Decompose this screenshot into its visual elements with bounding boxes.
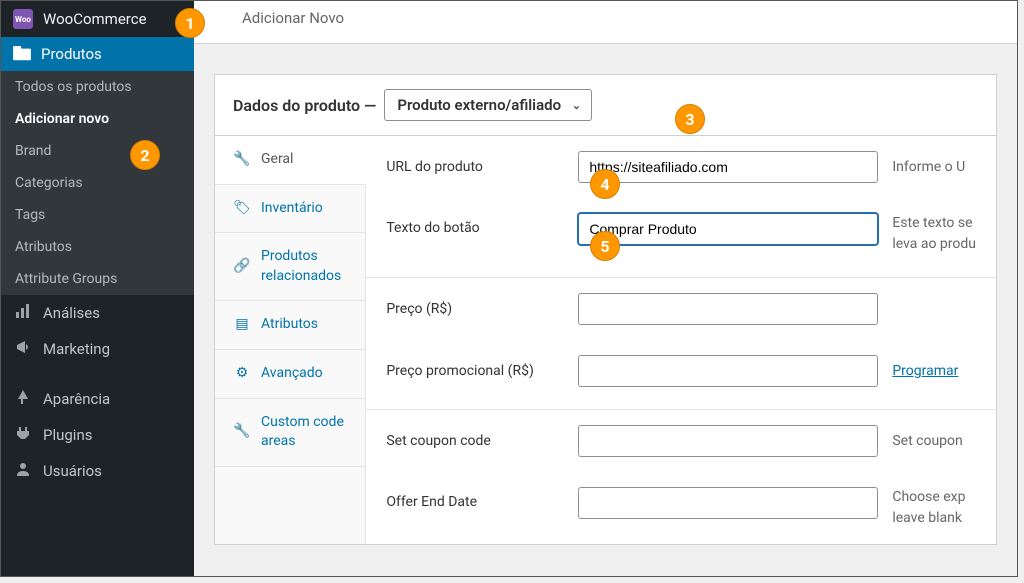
product-data-panel: Dados do produto — Produto externo/afili…	[214, 74, 997, 545]
analytics-label: Análises	[43, 304, 100, 322]
sale-price-label: Preço promocional (R$)	[386, 363, 564, 379]
offer-end-hint-2: leave blank	[892, 508, 965, 529]
tab-general[interactable]: 🔧 Geral	[215, 136, 366, 185]
offer-end-date-input[interactable]	[578, 487, 878, 519]
callout-badge-3: 3	[675, 104, 705, 134]
users-icon	[13, 461, 33, 481]
sidebar-item-analytics[interactable]: Análises	[1, 295, 194, 331]
tab-attributes[interactable]: ▤ Atributos	[215, 301, 365, 350]
wrench-icon: 🔧	[233, 422, 251, 442]
panel-header: Dados do produto — Produto externo/afili…	[215, 75, 996, 136]
panel-title: Dados do produto —	[233, 96, 376, 115]
sidebar-item-woocommerce[interactable]: Woo WooCommerce	[1, 1, 194, 37]
sidebar-sub-categories[interactable]: Categorias	[1, 167, 194, 199]
coupon-code-input[interactable]	[578, 425, 878, 457]
sidebar-sub-tags[interactable]: Tags	[1, 199, 194, 231]
tab-general-label: Geral	[261, 150, 293, 170]
callout-badge-1: 1	[175, 8, 205, 38]
sidebar-item-products[interactable]: Produtos	[1, 37, 194, 71]
sidebar-sub-attributes[interactable]: Atributos	[1, 231, 194, 263]
tab-attributes-label: Atributos	[261, 315, 318, 335]
link-icon: 🔗	[233, 257, 251, 277]
sidebar-item-plugins[interactable]: Plugins	[1, 417, 194, 453]
sidebar-item-users[interactable]: Usuários	[1, 453, 194, 489]
gear-icon: ⚙	[233, 364, 251, 384]
product-type-value: Produto externo/afiliado	[397, 96, 561, 114]
sidebar-sub-add-new[interactable]: Adicionar novo	[1, 103, 194, 135]
marketing-icon	[13, 339, 33, 359]
sidebar-item-marketing[interactable]: Marketing	[1, 331, 194, 367]
callout-badge-4: 4	[590, 169, 620, 199]
price-label: Preço (R$)	[386, 301, 564, 317]
url-label: URL do produto	[386, 159, 564, 175]
button-text-hint-1: Este texto se	[892, 213, 976, 234]
tab-inventory[interactable]: 🏷 Inventário	[215, 185, 365, 234]
users-label: Usuários	[43, 462, 102, 480]
sale-price-input[interactable]	[578, 355, 878, 387]
tab-linked-label: Produtos relacionados	[261, 247, 347, 286]
offer-end-hint-1: Choose exp	[892, 487, 965, 508]
button-text-label: Texto do botão	[386, 213, 564, 236]
woocommerce-icon: Woo	[13, 9, 33, 29]
tab-advanced-label: Avançado	[261, 364, 323, 384]
product-data-tabs: 🔧 Geral 🏷 Inventário 🔗 Produtos relacion…	[215, 136, 366, 544]
analytics-icon	[13, 303, 33, 323]
admin-sidebar: Woo WooCommerce Produtos Todos os produt…	[1, 1, 194, 576]
product-type-select[interactable]: Produto externo/afiliado ⌄	[384, 89, 592, 121]
tab-custom-label: Custom code areas	[261, 413, 347, 452]
tab-custom-code[interactable]: 🔧 Custom code areas	[215, 399, 365, 467]
regular-price-input[interactable]	[578, 293, 878, 325]
coupon-label: Set coupon code	[386, 433, 564, 449]
tab-content-general: URL do produto Informe o U Texto do botã…	[366, 136, 996, 544]
page-subtitle: Adicionar Novo	[194, 1, 1017, 44]
tab-linked-products[interactable]: 🔗 Produtos relacionados	[215, 233, 365, 301]
wrench-icon: 🔧	[233, 150, 251, 170]
plugins-label: Plugins	[43, 426, 92, 444]
button-text-input[interactable]	[578, 213, 878, 245]
sidebar-item-appearance[interactable]: Aparência	[1, 381, 194, 417]
callout-badge-2: 2	[130, 140, 160, 170]
callout-badge-5: 5	[590, 231, 620, 261]
products-label: Produtos	[41, 45, 102, 63]
woocommerce-label: WooCommerce	[43, 10, 147, 28]
sidebar-sub-all-products[interactable]: Todos os produtos	[1, 71, 194, 103]
tag-icon: 🏷	[233, 199, 251, 219]
url-hint: Informe o U	[892, 159, 965, 175]
sidebar-sub-brand[interactable]: Brand	[1, 135, 194, 167]
sidebar-sub-attribute-groups[interactable]: Attribute Groups	[1, 263, 194, 295]
attributes-icon: ▤	[233, 315, 251, 335]
chevron-down-icon: ⌄	[572, 99, 581, 112]
button-text-hint-2: leva ao produ	[892, 234, 976, 255]
schedule-link[interactable]: Programar	[892, 363, 958, 379]
marketing-label: Marketing	[43, 340, 110, 358]
appearance-label: Aparência	[43, 390, 110, 408]
plugins-icon	[13, 425, 33, 445]
main-content: Adicionar Novo Dados do produto — Produt…	[194, 1, 1017, 576]
tab-inventory-label: Inventário	[261, 199, 323, 219]
tab-advanced[interactable]: ⚙ Avançado	[215, 350, 365, 399]
coupon-hint: Set coupon	[892, 433, 962, 449]
products-icon	[13, 46, 31, 62]
product-url-input[interactable]	[578, 151, 878, 183]
offer-end-label: Offer End Date	[386, 487, 564, 510]
appearance-icon	[13, 389, 33, 409]
